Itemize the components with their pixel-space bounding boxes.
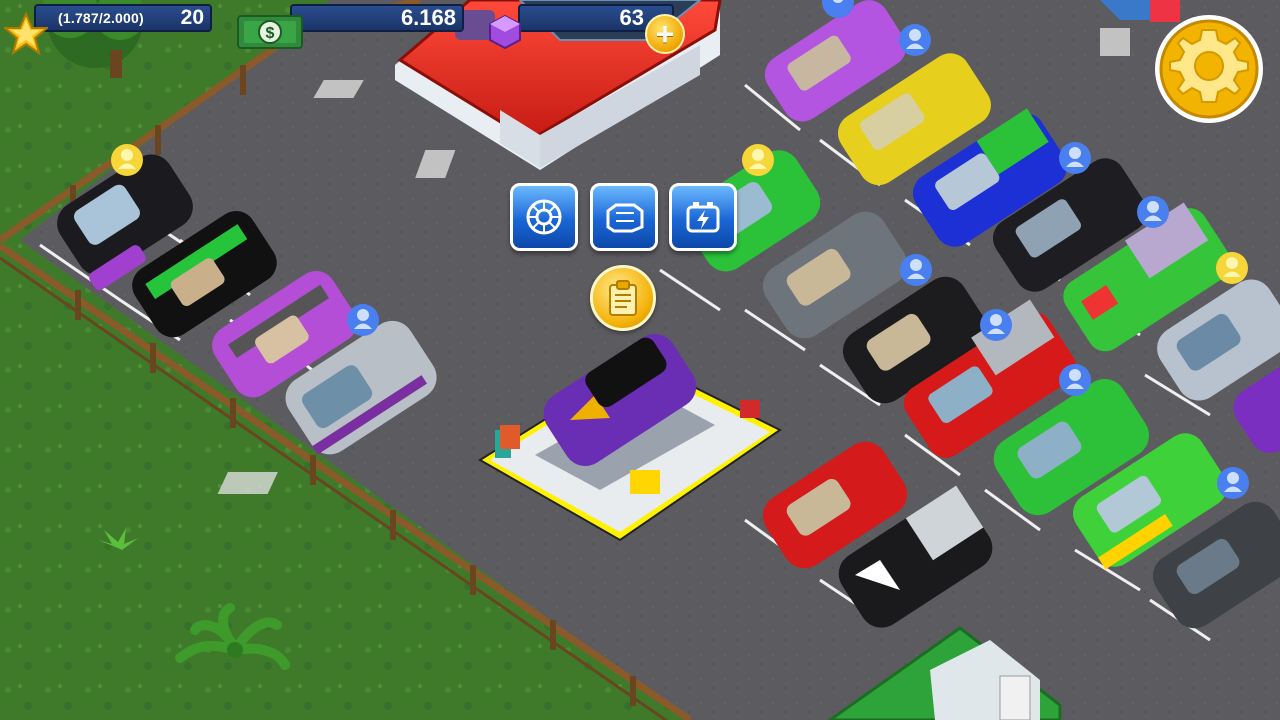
- game-scene: [0, 0, 1280, 720]
- wheel-icon: [526, 199, 562, 235]
- xp-progress-text: (1.787/2.000): [58, 10, 144, 26]
- svg-text:$: $: [266, 25, 275, 42]
- gem-amount: 63: [619, 5, 644, 30]
- engine-button[interactable]: [590, 183, 658, 251]
- gem-icon: [489, 14, 521, 50]
- player-level: 20: [180, 6, 204, 29]
- battery-icon: [686, 202, 720, 233]
- xp-bar[interactable]: (1.787/2.000) 20: [34, 4, 212, 32]
- cash-bar[interactable]: 6.168: [290, 4, 464, 32]
- battery-button[interactable]: [669, 183, 737, 251]
- add-gems-button[interactable]: +: [645, 14, 685, 54]
- engine-icon: [606, 203, 644, 233]
- settings-button[interactable]: [1152, 10, 1266, 128]
- gear-icon: [1169, 29, 1249, 103]
- cash-icon: $: [237, 15, 303, 49]
- clipboard-icon: [609, 280, 637, 316]
- cash-amount: 6.168: [400, 5, 456, 30]
- wheel-button[interactable]: [510, 183, 578, 251]
- star-icon: [4, 12, 48, 56]
- task-button[interactable]: [590, 265, 656, 331]
